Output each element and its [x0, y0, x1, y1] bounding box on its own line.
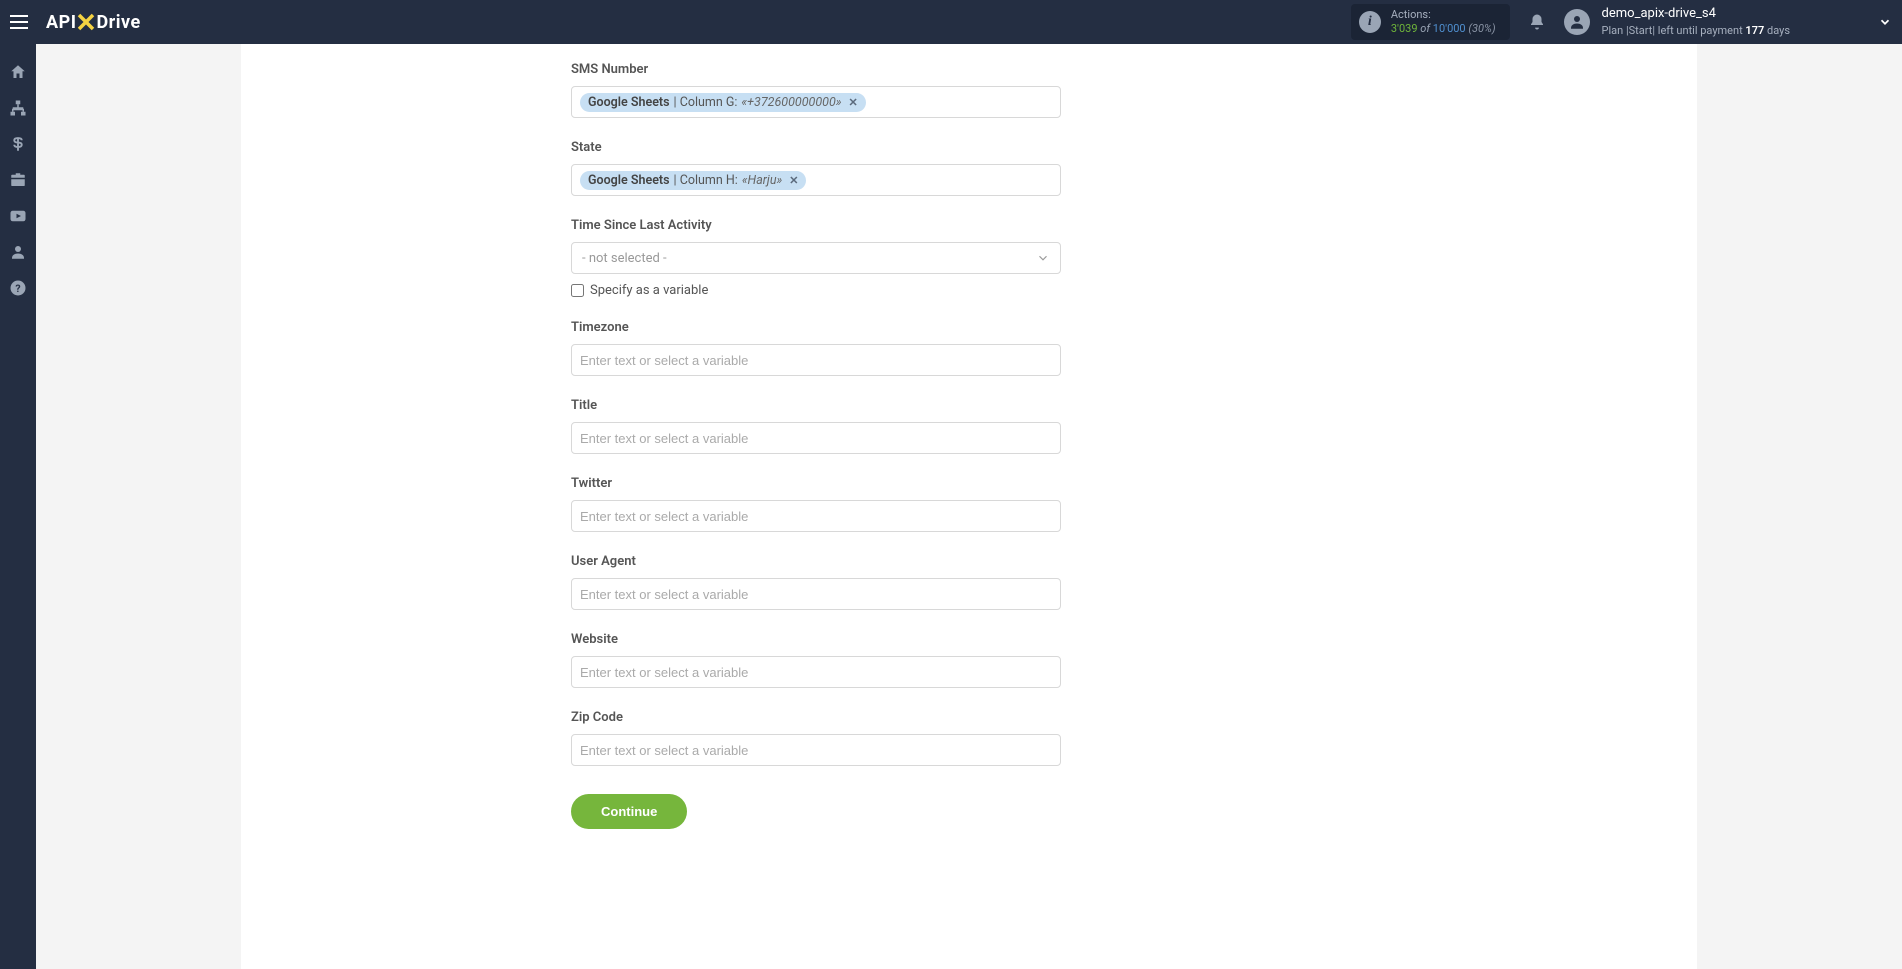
actions-pct: (30%) — [1468, 22, 1495, 35]
dollar-icon[interactable] — [8, 134, 28, 154]
bell-icon[interactable] — [1528, 13, 1546, 31]
field-title: Title — [571, 398, 1367, 454]
logo-drive: Drive — [96, 12, 140, 33]
field-timezone: Timezone — [571, 320, 1367, 376]
field-sms-number: SMS Number Google Sheets | Column G: «+3… — [571, 44, 1367, 118]
zip-code-input[interactable] — [571, 734, 1061, 766]
timezone-input[interactable] — [571, 344, 1061, 376]
zip-code-label: Zip Code — [571, 710, 1367, 725]
user-block[interactable]: demo_apix-drive_s4 Plan |Start| left unt… — [1564, 5, 1790, 39]
timezone-label: Timezone — [571, 320, 1367, 335]
specify-variable-checkbox[interactable] — [571, 284, 584, 297]
chevron-down-icon — [1036, 251, 1050, 265]
actions-of: of — [1420, 22, 1430, 35]
twitter-field[interactable] — [580, 507, 1052, 526]
username: demo_apix-drive_s4 — [1602, 5, 1790, 23]
close-icon[interactable]: ✕ — [849, 96, 858, 109]
actions-max: 10'000 — [1433, 22, 1466, 35]
x-icon — [75, 11, 97, 33]
continue-button[interactable]: Continue — [571, 794, 687, 829]
svg-text:?: ? — [15, 282, 20, 295]
specify-variable-row: Specify as a variable — [571, 283, 1367, 298]
user-info: demo_apix-drive_s4 Plan |Start| left unt… — [1602, 5, 1790, 39]
main-area: SMS Number Google Sheets | Column G: «+3… — [36, 44, 1902, 969]
field-user-agent: User Agent — [571, 554, 1367, 610]
field-twitter: Twitter — [571, 476, 1367, 532]
time-since-label: Time Since Last Activity — [571, 218, 1367, 233]
info-icon: i — [1359, 11, 1381, 33]
sms-number-pill: Google Sheets | Column G: «+372600000000… — [580, 93, 866, 112]
title-field[interactable] — [580, 429, 1052, 448]
zip-code-field[interactable] — [580, 741, 1052, 760]
sidebar: ? — [0, 44, 36, 969]
state-label: State — [571, 140, 1367, 155]
close-icon[interactable]: ✕ — [789, 174, 798, 187]
home-icon[interactable] — [8, 62, 28, 82]
twitter-label: Twitter — [571, 476, 1367, 491]
youtube-icon[interactable] — [8, 206, 28, 226]
user-plan: Plan |Start| left until payment 177 days — [1602, 23, 1790, 38]
help-icon[interactable]: ? — [8, 278, 28, 298]
user-agent-label: User Agent — [571, 554, 1367, 569]
specify-variable-label: Specify as a variable — [590, 283, 708, 298]
title-label: Title — [571, 398, 1367, 413]
actions-current: 3'039 — [1391, 22, 1418, 35]
twitter-input[interactable] — [571, 500, 1061, 532]
form-panel: SMS Number Google Sheets | Column G: «+3… — [241, 44, 1697, 969]
state-input[interactable]: Google Sheets | Column H: «Harju» ✕ — [571, 164, 1061, 196]
time-since-selected: - not selected - — [582, 251, 667, 266]
sms-number-label: SMS Number — [571, 62, 1367, 77]
avatar-icon — [1564, 9, 1590, 35]
field-time-since: Time Since Last Activity - not selected … — [571, 218, 1367, 298]
actions-label: Actions: — [1391, 8, 1496, 22]
chevron-down-icon[interactable] — [1878, 15, 1892, 29]
timezone-field[interactable] — [580, 351, 1052, 370]
actions-counter[interactable]: i Actions: 3'039 of 10'000 (30%) — [1351, 4, 1510, 41]
time-since-select[interactable]: - not selected - — [571, 242, 1061, 274]
sitemap-icon[interactable] — [8, 98, 28, 118]
logo[interactable]: API Drive — [46, 11, 141, 33]
state-pill: Google Sheets | Column H: «Harju» ✕ — [580, 171, 806, 190]
field-zip-code: Zip Code — [571, 710, 1367, 766]
briefcase-icon[interactable] — [8, 170, 28, 190]
website-label: Website — [571, 632, 1367, 647]
website-input[interactable] — [571, 656, 1061, 688]
user-agent-input[interactable] — [571, 578, 1061, 610]
app-header: API Drive i Actions: 3'039 of 10'000 (30… — [0, 0, 1902, 44]
field-website: Website — [571, 632, 1367, 688]
actions-text: Actions: 3'039 of 10'000 (30%) — [1391, 8, 1496, 37]
field-state: State Google Sheets | Column H: «Harju» … — [571, 140, 1367, 196]
user-agent-field[interactable] — [580, 585, 1052, 604]
sms-number-input[interactable]: Google Sheets | Column G: «+372600000000… — [571, 86, 1061, 118]
logo-api: API — [46, 12, 76, 33]
hamburger-icon[interactable] — [10, 10, 34, 34]
user-icon[interactable] — [8, 242, 28, 262]
title-input[interactable] — [571, 422, 1061, 454]
website-field[interactable] — [580, 663, 1052, 682]
